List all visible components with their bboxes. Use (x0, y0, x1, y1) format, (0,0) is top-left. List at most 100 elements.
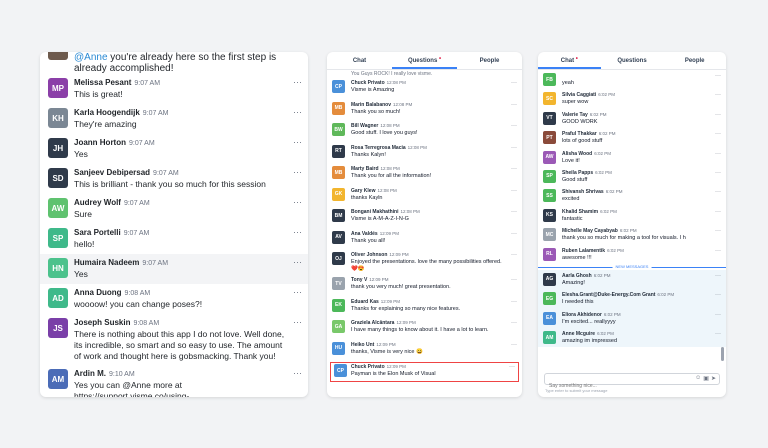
composer-hint: Type enter to submit your message (545, 388, 608, 393)
chat-message[interactable]: MP Melissa Pesant 9:07 AM This is great! ··· (40, 74, 308, 104)
chat-message[interactable]: FB yeah ··· (538, 70, 726, 89)
chat-message[interactable]: RL Ruben Lalamentik 6:02 PM awesome !!! ··· (538, 245, 726, 264)
chat-message[interactable]: JH Joann Horton 9:07 AM Yes ··· (40, 134, 308, 164)
more-options-icon[interactable]: ··· (715, 189, 721, 195)
more-options-icon[interactable]: ··· (293, 167, 302, 177)
more-options-icon[interactable]: ··· (293, 317, 302, 327)
more-options-icon[interactable]: ··· (715, 92, 721, 98)
more-options-icon[interactable]: ··· (511, 188, 517, 194)
chat-message[interactable]: OJ Oliver Johnson 12:09 PM Enjoyed the pres… (327, 249, 522, 274)
chat-message[interactable]: SD Sanjeev Debipersad 9:07 AM This is brill… (40, 164, 308, 194)
more-options-icon[interactable]: ··· (715, 131, 721, 137)
sender-name: Melissa Pesant (74, 78, 132, 87)
chat-message[interactable]: CP Chuck Privato 12:09 PM Payman is the Elo… (329, 361, 520, 383)
more-options-icon[interactable]: ··· (293, 257, 302, 267)
avatar: SP (48, 228, 68, 248)
sender-name: Gary Klew (351, 187, 376, 194)
chat-message[interactable]: GA Graziela Alcântara 12:09 PM I have many … (327, 317, 522, 339)
more-options-icon[interactable]: ··· (293, 368, 302, 378)
more-options-icon[interactable]: ··· (715, 292, 721, 298)
more-options-icon[interactable]: ··· (715, 248, 721, 254)
emoji-icon[interactable]: ☺ (695, 375, 701, 382)
tab-chat[interactable]: Chat • (538, 52, 601, 69)
chat-message[interactable]: JS Joseph Suskin 9:08 AM There is nothing a… (40, 314, 308, 365)
chat-message[interactable]: MB Marty Baird 12:08 PM Thank you for all t… (327, 163, 522, 185)
more-options-icon[interactable]: ··· (511, 231, 517, 237)
more-options-icon[interactable]: ··· (715, 312, 721, 318)
more-options-icon[interactable]: ··· (715, 112, 721, 118)
chat-message[interactable]: RT Rosa Terregrosa Macia 12:08 PM Thanks Ka… (327, 142, 522, 164)
chat-message[interactable]: AM Ardin M. 9:10 AM Yes you can @Anne more … (40, 365, 308, 397)
more-options-icon[interactable]: ··· (509, 364, 515, 370)
message-text: thanks, Visme is very nice 😀 (351, 348, 423, 355)
timestamp: 6:02 PM (593, 272, 611, 278)
chat-message[interactable]: MB Marin Balabanov 12:08 PM Thank you so mu… (327, 99, 522, 121)
more-options-icon[interactable]: ··· (511, 342, 517, 348)
tab-questions[interactable]: Questions • (392, 52, 457, 69)
chat-message[interactable]: SC Silvia Caggiati 6:02 PM super wow ··· (538, 89, 726, 108)
sender-name: Silvia Caggiati (562, 92, 597, 99)
chat-message[interactable]: AV Ana Valdés 12:09 PM Thank you all! ··· (327, 228, 522, 250)
tab-people[interactable]: People (663, 52, 726, 69)
more-options-icon[interactable]: ··· (715, 209, 721, 215)
chat-message[interactable]: KH Karla Hoogendijk 9:07 AM They're amazing… (40, 104, 308, 134)
chat-message[interactable]: BM Bongani Makhathini 12:08 PM Visme is A-M… (327, 206, 522, 228)
avatar: SS (543, 189, 556, 203)
timestamp: 6:02 PM (598, 131, 616, 137)
scrollbar[interactable] (721, 347, 724, 361)
more-options-icon[interactable]: ··· (715, 151, 721, 157)
more-options-icon[interactable]: ··· (511, 209, 517, 215)
mention-link[interactable]: @Anne (74, 52, 108, 63)
more-options-icon[interactable]: ··· (511, 277, 517, 283)
chat-message[interactable]: KS Khalid Shamim 6:02 PM fantastic ··· (538, 206, 726, 225)
chat-message[interactable]: AW Audrey Wolf 9:07 AM Sure ··· (40, 194, 308, 224)
chat-message[interactable]: SP Sara Portelli 9:07 AM hello! ··· (40, 224, 308, 254)
chat-message[interactable]: VT Valerie Tay 6:02 PM GOOD WORK ··· (538, 109, 726, 128)
sender-line: Tony V 12:09 PM (351, 276, 506, 284)
more-options-icon[interactable]: ··· (293, 77, 302, 87)
sender-name: Sheila Papps (562, 169, 594, 176)
chat-message[interactable]: SP Sheila Papps 6:02 PM Good stuff ··· (538, 167, 726, 186)
chat-message[interactable]: EK Eduard Kas 12:09 PM Thanks for explainin… (327, 296, 522, 318)
chat-message[interactable]: EG Elesha.Grant@Duke-Energy.Com Grant 6:02… (538, 289, 726, 309)
more-options-icon[interactable]: ··· (715, 273, 721, 279)
message-text: I needed this (562, 299, 594, 306)
more-options-icon[interactable]: ··· (293, 227, 302, 237)
chat-message[interactable]: MC Michelle May Cayabyab 6:02 PM thank you … (538, 225, 726, 244)
more-options-icon[interactable]: ··· (511, 145, 517, 151)
chat-message[interactable]: GK Gary Klew 12:08 PM thanks Kayln ··· (327, 185, 522, 207)
chat-message[interactable]: HU Heiko Unt 12:09 PM thanks, Visme is very… (327, 339, 522, 361)
chat-message[interactable]: CP Chuck Privato 12:08 PM Visme is Amazing ·… (327, 77, 522, 99)
more-options-icon[interactable]: ··· (293, 107, 302, 117)
chat-message[interactable]: PT Praful Thakkar 6:02 PM lots of good stuf… (538, 128, 726, 147)
more-options-icon[interactable]: ··· (511, 320, 517, 326)
chat-message[interactable]: AG Aarla Ghosh 6:02 PM Amazing! ··· (538, 269, 726, 290)
more-options-icon[interactable]: ··· (715, 170, 721, 176)
send-icon[interactable]: ➤ (711, 375, 716, 382)
gif-icon[interactable]: ▣ (703, 375, 709, 382)
chat-message[interactable]: SS Shivansh Shrivas 6:02 PM excited ··· (538, 186, 726, 205)
more-options-icon[interactable]: ··· (511, 166, 517, 172)
more-options-icon[interactable]: ··· (715, 331, 721, 337)
chat-message[interactable]: AW Alisha Wood 6:02 PM Love it! ··· (538, 148, 726, 167)
more-options-icon[interactable]: ··· (511, 102, 517, 108)
chat-message[interactable]: EA Eliora Akhidenor 6:02 PM I'm excited... … (538, 308, 726, 329)
chat-message[interactable]: BW Bill Wagner 12:08 PM Good stuff. I love … (327, 120, 522, 142)
tab-people[interactable]: People (457, 52, 522, 69)
more-options-icon[interactable]: ··· (511, 252, 517, 258)
chat-message[interactable]: AM Anne Mcguire 6:02 PM amazing im impresse… (538, 328, 726, 348)
chat-message[interactable]: TV Tony V 12:09 PM thank you very much! gre… (327, 274, 522, 296)
more-options-icon[interactable]: ··· (511, 299, 517, 305)
tab-questions[interactable]: Questions (601, 52, 664, 69)
more-options-icon[interactable]: ··· (715, 228, 721, 234)
more-options-icon[interactable]: ··· (293, 137, 302, 147)
more-options-icon[interactable]: ··· (293, 197, 302, 207)
more-options-icon[interactable]: ··· (511, 80, 517, 86)
chat-message[interactable]: AD Anna Duong 9:08 AM woooow! you can chang… (40, 284, 308, 314)
more-options-icon[interactable]: ··· (715, 73, 721, 79)
sender-name: Aarla Ghosh (562, 272, 592, 279)
tab-chat[interactable]: Chat (327, 52, 392, 69)
more-options-icon[interactable]: ··· (511, 123, 517, 129)
more-options-icon[interactable]: ··· (293, 287, 302, 297)
chat-message[interactable]: HN Humaira Nadeem 9:07 AM Yes ··· (40, 254, 308, 284)
